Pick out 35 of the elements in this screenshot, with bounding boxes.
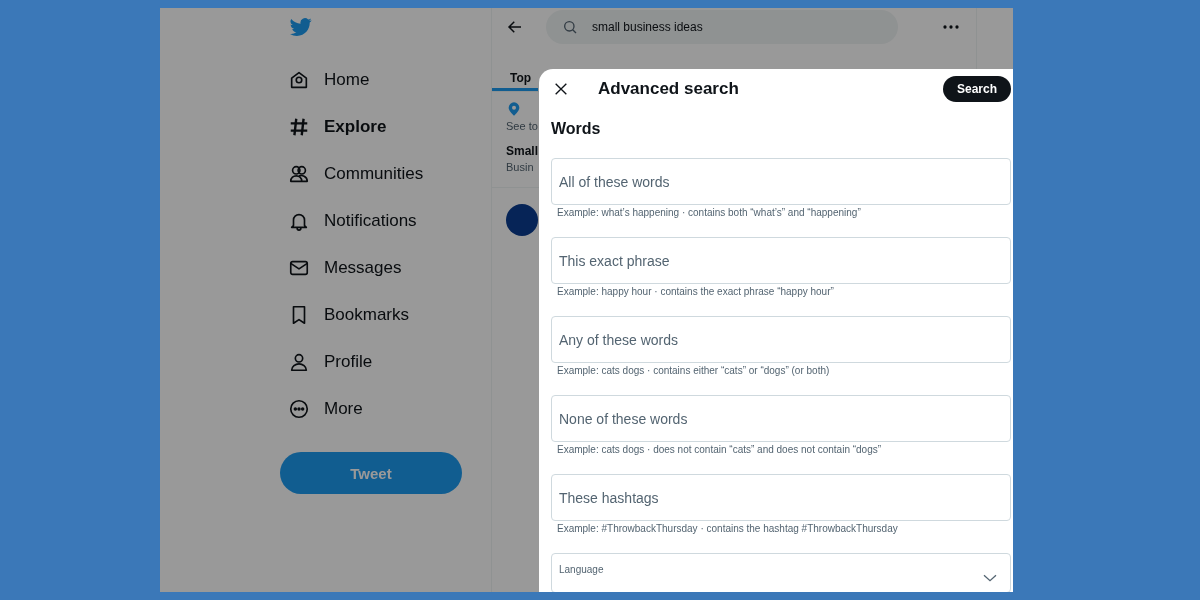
close-icon[interactable] bbox=[553, 81, 569, 97]
trend-title[interactable]: Small bbox=[506, 144, 538, 158]
trend-subtitle: Busin bbox=[506, 161, 534, 173]
field-hint: Example: happy hour · contains the exact phrase “happy hour” bbox=[556, 285, 835, 299]
nav-item[interactable]: Home bbox=[288, 56, 370, 103]
field-hint: Example: cats dogs · contains either “cats” or “dogs” (or both) bbox=[556, 364, 831, 378]
section-heading: Words bbox=[551, 120, 602, 138]
search-field[interactable]: small business ideas bbox=[546, 10, 898, 44]
chevron-down-icon bbox=[982, 574, 998, 582]
search-icon bbox=[562, 19, 578, 35]
search-button[interactable]: Search bbox=[942, 76, 1011, 102]
field-hint: Example: #ThrowbackThursday · contains the hashtag #ThrowbackThursday bbox=[556, 522, 899, 536]
modal-title: Advanced search bbox=[598, 79, 740, 99]
text-field[interactable]: All of these words bbox=[551, 158, 1011, 205]
nav-item[interactable]: Bookmarks bbox=[288, 291, 410, 338]
text-field[interactable]: None of these words bbox=[551, 395, 1011, 442]
avatar[interactable] bbox=[506, 204, 538, 236]
text-field[interactable]: These hashtags bbox=[551, 474, 1011, 521]
language-dropdown[interactable]: Language bbox=[551, 553, 1011, 592]
nav-item[interactable]: Explore bbox=[288, 103, 387, 150]
nav-item[interactable]: Notifications bbox=[288, 197, 417, 244]
more-icon[interactable] bbox=[942, 24, 960, 30]
back-arrow-icon[interactable] bbox=[506, 18, 524, 36]
nav-item[interactable]: Messages bbox=[288, 244, 402, 291]
text-field[interactable]: This exact phrase bbox=[551, 237, 1011, 284]
bird-logo-icon[interactable] bbox=[290, 16, 312, 38]
trends-subtitle: See to bbox=[506, 120, 538, 132]
more-icon bbox=[288, 397, 310, 420]
nav-item[interactable]: More bbox=[288, 385, 363, 432]
text-field[interactable]: Any of these words bbox=[551, 316, 1011, 363]
field-hint: Example: cats dogs · does not contain “cats” and does not contain “dogs” bbox=[556, 443, 883, 457]
field-hint: Example: what’s happening · contains both “what’s” and “happening” bbox=[556, 206, 862, 220]
nav-item[interactable]: Profile bbox=[288, 338, 373, 385]
location-pin-icon bbox=[506, 100, 522, 118]
nav-item[interactable]: Communities bbox=[288, 150, 424, 197]
